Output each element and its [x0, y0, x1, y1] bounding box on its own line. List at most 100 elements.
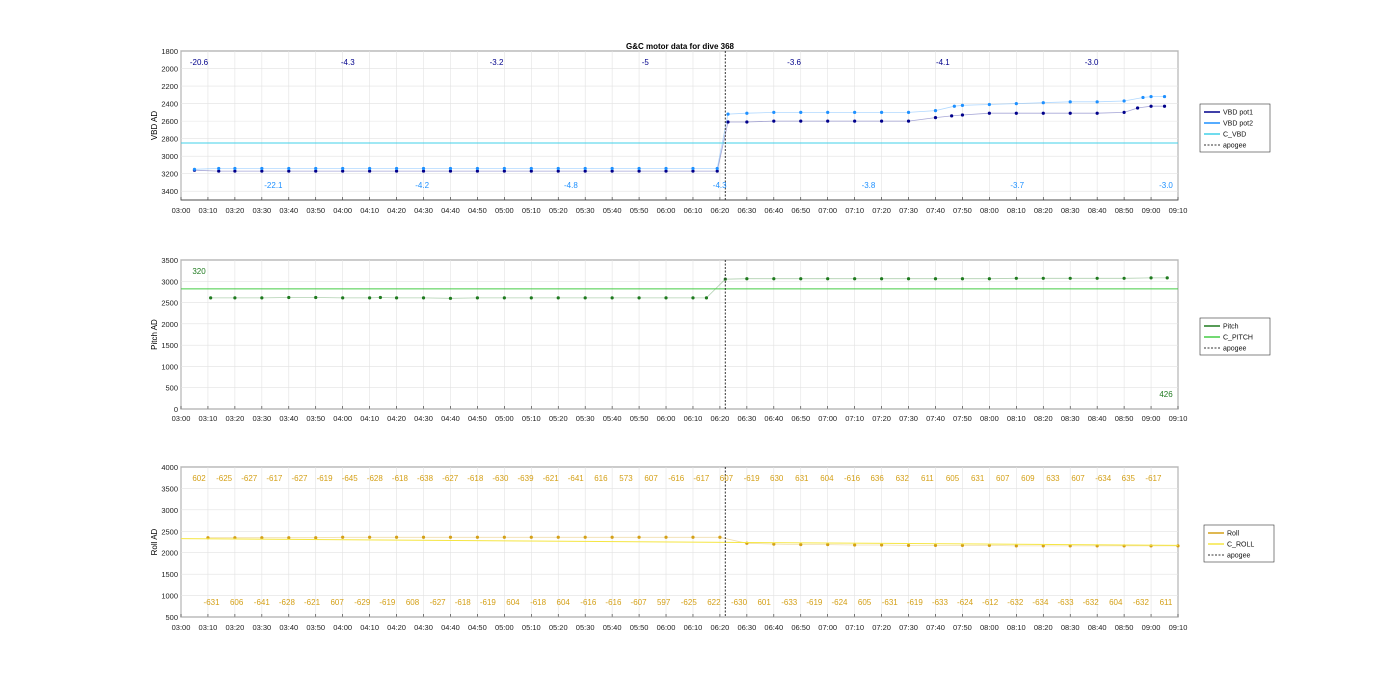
data-point: [368, 296, 372, 300]
x-tick-label: 08:50: [1115, 623, 1134, 632]
data-label: 616: [594, 474, 608, 483]
data-point: [233, 296, 237, 300]
y-tick-label: 3200: [161, 170, 178, 179]
x-tick-label: 03:10: [199, 623, 218, 632]
x-tick-label: 07:00: [818, 414, 837, 423]
data-point: [704, 296, 709, 300]
data-point: [502, 296, 506, 300]
x-tick-label: 03:10: [199, 206, 218, 215]
data-point: [502, 535, 506, 539]
x-tick-label: 08:00: [980, 414, 999, 423]
x-tick-label: 05:10: [522, 206, 541, 215]
data-point: [1014, 276, 1018, 280]
y-axis-label: VBD AD: [150, 111, 159, 141]
data-point: [987, 277, 991, 281]
y-tick-label: 4000: [161, 463, 178, 472]
x-tick-label: 07:30: [899, 414, 918, 423]
data-point: [529, 535, 533, 539]
data-point: [933, 277, 938, 281]
data-point: [772, 277, 776, 281]
data-point: [853, 277, 857, 281]
data-point: [933, 543, 938, 548]
data-point: [772, 110, 776, 114]
x-tick-label: 08:30: [1061, 623, 1080, 632]
y-tick-label: 1500: [161, 570, 178, 579]
x-tick-label: 06:40: [764, 414, 783, 423]
data-label: -627: [291, 474, 308, 483]
data-point: [448, 166, 453, 171]
data-point: [378, 295, 382, 300]
data-point: [906, 110, 911, 114]
x-tick-label: 03:20: [226, 206, 245, 215]
data-label: 611: [921, 474, 934, 483]
data-point: [341, 535, 345, 539]
data-point: [1041, 276, 1045, 280]
data-point: [583, 535, 587, 539]
data-label: -618: [455, 598, 472, 607]
data-point: [691, 166, 695, 171]
data-label: -627: [430, 598, 447, 607]
x-tick-label: 06:20: [711, 623, 730, 632]
data-point: [853, 543, 857, 547]
data-point: [1041, 111, 1045, 115]
x-tick-label: 04:40: [441, 623, 460, 632]
x-tick-label: 03:00: [172, 414, 191, 423]
data-point: [1141, 95, 1145, 100]
data-label: -631: [204, 598, 221, 607]
x-tick-label: 04:20: [387, 414, 406, 423]
x-tick-label: 03:50: [306, 623, 325, 632]
data-point: [1014, 101, 1018, 106]
x-tick-label: 05:00: [495, 414, 514, 423]
data-point: [475, 296, 480, 300]
x-tick-label: 07:50: [953, 206, 972, 215]
legend: Roll C_ROLLapogee: [1203, 524, 1275, 563]
data-label: -624: [831, 598, 848, 607]
data-point: [637, 296, 641, 300]
data-label: 605: [946, 474, 960, 483]
data-label: -627: [442, 474, 459, 483]
data-point: [502, 166, 506, 171]
x-tick-label: 06:30: [737, 623, 756, 632]
x-tick-label: 04:00: [333, 414, 352, 423]
data-label: -618: [530, 598, 547, 607]
data-point: [1068, 100, 1072, 104]
data-label: 573: [619, 474, 633, 483]
y-tick-label: 2000: [161, 320, 178, 329]
data-point: [952, 104, 956, 108]
data-label: 607: [996, 474, 1010, 483]
data-label: -631: [882, 598, 899, 607]
figure: G&C motor data for dive 368 03:00 03:10 03…: [150, 42, 1275, 632]
data-label: 597: [657, 598, 671, 607]
data-point: [260, 166, 264, 171]
data-label: 611: [1160, 598, 1173, 607]
data-label: -619: [907, 598, 924, 607]
data-label: -645: [342, 474, 359, 483]
x-tick-label: 07:10: [845, 623, 864, 632]
x-tick-label: 03:50: [306, 206, 325, 215]
data-label: -4.3: [341, 58, 355, 67]
x-tick-label: 05:50: [630, 623, 649, 632]
legend-label: VBD pot2: [1223, 121, 1253, 128]
data-label: 601: [757, 598, 771, 607]
data-label: 631: [971, 474, 985, 483]
y-tick-label: 2400: [161, 100, 178, 109]
x-tick-label: 04:50: [468, 206, 487, 215]
x-tick-label: 09:10: [1169, 206, 1188, 215]
data-label: 622: [707, 598, 721, 607]
x-tick-label: 03:00: [172, 206, 191, 215]
x-tick-label: 05:30: [576, 206, 595, 215]
data-point: [583, 296, 587, 300]
x-tick-label: 03:30: [252, 623, 271, 632]
data-label: -616: [844, 474, 861, 483]
legend: VBD pot1 VBD pot2 C_VBDapogee: [1199, 103, 1271, 153]
data-label: -633: [1058, 598, 1075, 607]
data-label: -619: [744, 474, 761, 483]
data-point: [610, 296, 614, 300]
data-label: 632: [896, 474, 910, 483]
legend-label: C_PITCH: [1223, 335, 1253, 342]
x-tick-label: 08:50: [1115, 414, 1134, 423]
data-label: -20.6: [190, 58, 209, 67]
data-point: [826, 119, 830, 123]
data-label: -4.2: [415, 181, 429, 190]
x-tick-label: 07:30: [899, 206, 918, 215]
